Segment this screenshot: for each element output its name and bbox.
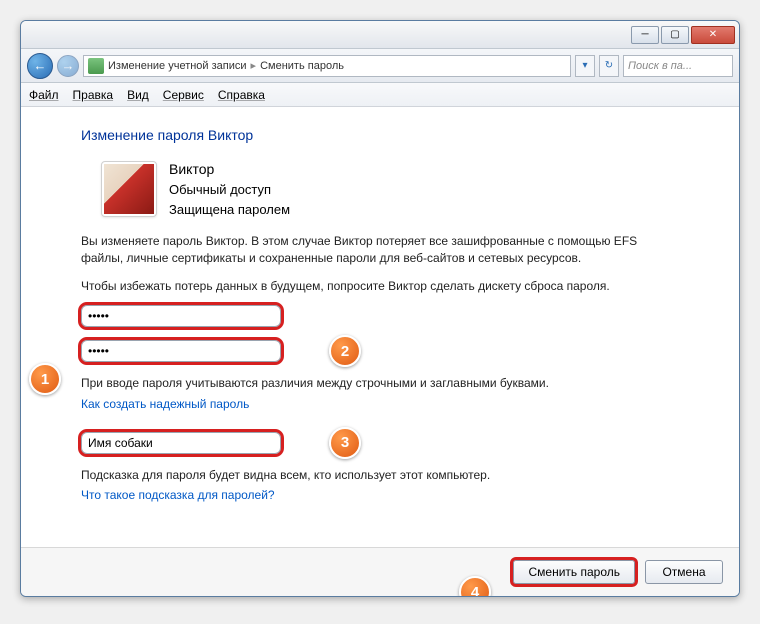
menu-tools[interactable]: Сервис bbox=[163, 88, 204, 102]
hint-row: 3 bbox=[81, 427, 715, 459]
minimize-button[interactable]: ─ bbox=[631, 26, 659, 44]
user-accounts-icon bbox=[88, 58, 104, 74]
breadcrumb[interactable]: Изменение учетной записи ▸ Сменить парол… bbox=[83, 55, 571, 77]
user-info: Виктор Обычный доступ Защищена паролем bbox=[169, 159, 290, 219]
confirm-password-input[interactable] bbox=[81, 340, 281, 362]
back-button[interactable]: ← bbox=[27, 53, 53, 79]
new-password-row bbox=[81, 305, 715, 327]
password-hint-input[interactable] bbox=[81, 432, 281, 454]
menu-view[interactable]: Вид bbox=[127, 88, 149, 102]
search-input[interactable]: Поиск в па... bbox=[623, 55, 733, 77]
refresh-button[interactable]: ↻ bbox=[599, 55, 619, 77]
menu-edit[interactable]: Правка bbox=[73, 88, 114, 102]
titlebar: ─ ▢ ✕ bbox=[21, 21, 739, 49]
menu-help[interactable]: Справка bbox=[218, 88, 265, 102]
user-name: Виктор bbox=[169, 159, 290, 180]
warning-text: Вы изменяете пароль Виктор. В этом случа… bbox=[81, 233, 671, 268]
case-note: При вводе пароля учитываются различия ме… bbox=[81, 375, 671, 392]
strong-password-link[interactable]: Как создать надежный пароль bbox=[81, 397, 249, 411]
breadcrumb-dropdown[interactable]: ▾ bbox=[575, 55, 595, 77]
what-is-hint-link[interactable]: Что такое подсказка для паролей? bbox=[81, 488, 275, 502]
breadcrumb-item[interactable]: Сменить пароль bbox=[260, 60, 344, 72]
search-placeholder: Поиск в па... bbox=[628, 60, 692, 72]
confirm-password-row: 2 bbox=[81, 335, 715, 367]
change-password-button[interactable]: Сменить пароль bbox=[513, 560, 635, 584]
page-title: Изменение пароля Виктор bbox=[81, 127, 715, 143]
close-button[interactable]: ✕ bbox=[691, 26, 735, 44]
new-password-input[interactable] bbox=[81, 305, 281, 327]
callout-marker-2: 2 bbox=[329, 335, 361, 367]
menubar: Файл Правка Вид Сервис Справка bbox=[21, 83, 739, 107]
user-protected: Защищена паролем bbox=[169, 200, 290, 220]
navbar: ← → Изменение учетной записи ▸ Сменить п… bbox=[21, 49, 739, 83]
footer: 4 Сменить пароль Отмена bbox=[21, 547, 739, 596]
diskette-text: Чтобы избежать потерь данных в будущем, … bbox=[81, 278, 671, 295]
avatar-frame bbox=[101, 161, 157, 217]
hint-note: Подсказка для пароля будет видна всем, к… bbox=[81, 467, 671, 484]
maximize-button[interactable]: ▢ bbox=[661, 26, 689, 44]
menu-file[interactable]: Файл bbox=[29, 88, 59, 102]
callout-marker-3: 3 bbox=[329, 427, 361, 459]
user-access: Обычный доступ bbox=[169, 180, 290, 200]
user-block: Виктор Обычный доступ Защищена паролем bbox=[101, 159, 715, 219]
breadcrumb-item[interactable]: Изменение учетной записи bbox=[108, 60, 247, 72]
avatar-icon bbox=[104, 164, 154, 214]
chevron-right-icon: ▸ bbox=[251, 59, 257, 72]
explorer-window: ─ ▢ ✕ ← → Изменение учетной записи ▸ Сме… bbox=[20, 20, 740, 597]
forward-button[interactable]: → bbox=[57, 55, 79, 77]
callout-marker-4: 4 bbox=[459, 576, 491, 597]
content-area: Изменение пароля Виктор Виктор Обычный д… bbox=[21, 107, 739, 547]
cancel-button[interactable]: Отмена bbox=[645, 560, 723, 584]
callout-marker-1: 1 bbox=[29, 363, 61, 395]
